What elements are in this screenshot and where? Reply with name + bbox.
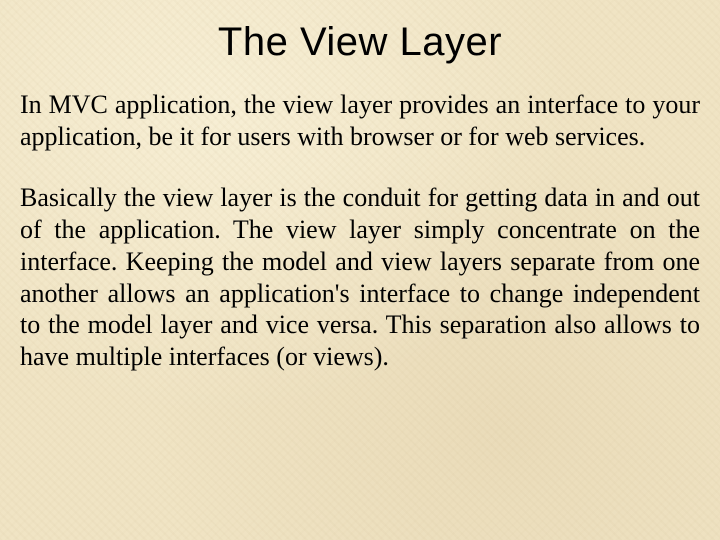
slide-title: The View Layer	[20, 20, 700, 65]
paragraph-1: In MVC application, the view layer provi…	[20, 89, 700, 152]
paragraph-2: Basically the view layer is the conduit …	[20, 182, 700, 372]
